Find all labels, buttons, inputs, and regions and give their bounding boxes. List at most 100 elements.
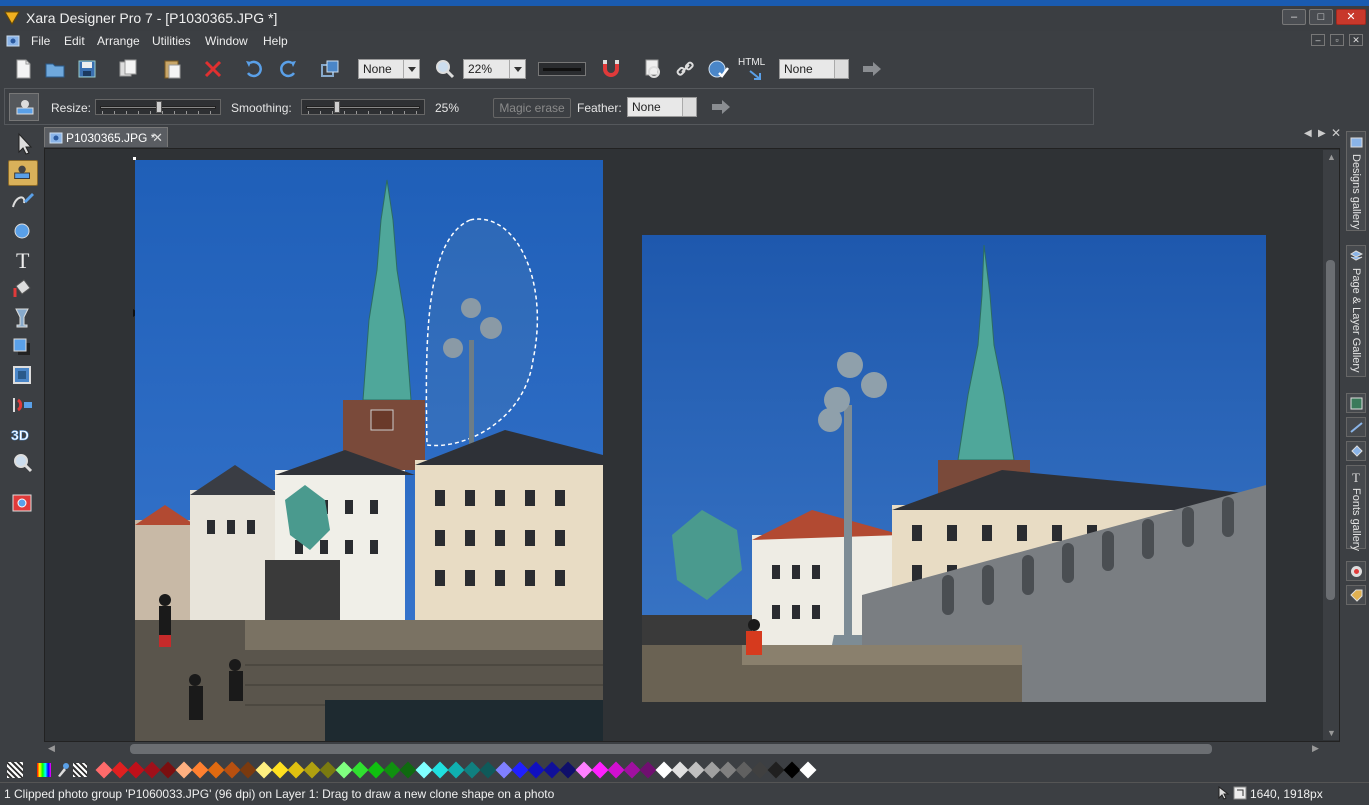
- play-right-icon[interactable]: [834, 60, 848, 78]
- color-swatch[interactable]: [319, 761, 337, 779]
- clone-tool-options-icon[interactable]: [9, 93, 39, 121]
- color-swatch[interactable]: [703, 761, 721, 779]
- close-document-icon[interactable]: ✕: [1331, 126, 1341, 140]
- menu-edit[interactable]: Edit: [64, 34, 85, 48]
- contour-tool-icon[interactable]: [8, 392, 38, 418]
- close-button[interactable]: ✕: [1336, 9, 1366, 25]
- fonts-gallery-tab[interactable]: T Fonts gallery: [1346, 465, 1366, 551]
- resize-slider[interactable]: [95, 99, 221, 115]
- color-swatch[interactable]: [751, 761, 769, 779]
- new-document-icon[interactable]: [11, 57, 35, 81]
- web-link-icon[interactable]: [674, 57, 698, 81]
- line-gallery-tab[interactable]: [1346, 417, 1366, 437]
- color-swatch[interactable]: [95, 761, 113, 779]
- minimize-button[interactable]: –: [1282, 9, 1306, 25]
- page-layer-gallery-tab[interactable]: Page & Layer Gallery: [1346, 245, 1366, 377]
- doc-close-button[interactable]: ✕: [1349, 34, 1363, 46]
- apply-arrow-icon[interactable]: [860, 57, 884, 81]
- menu-file[interactable]: File: [31, 34, 50, 48]
- color-swatch[interactable]: [159, 761, 177, 779]
- snap-status-icon[interactable]: [1233, 786, 1247, 800]
- photo-left[interactable]: [135, 160, 603, 741]
- undo-icon[interactable]: [242, 57, 266, 81]
- color-swatch[interactable]: [527, 761, 545, 779]
- scroll-right-icon[interactable]: ▶: [1312, 743, 1319, 754]
- horizontal-scrollbar[interactable]: ◀ ▶: [44, 742, 1324, 756]
- color-swatch[interactable]: [479, 761, 497, 779]
- maximize-button[interactable]: □: [1309, 9, 1333, 25]
- clone-tool-icon[interactable]: [8, 160, 38, 186]
- color-swatch[interactable]: [447, 761, 465, 779]
- scroll-left-icon[interactable]: ◀: [48, 743, 55, 754]
- delete-icon[interactable]: [201, 57, 225, 81]
- color-swatch[interactable]: [543, 761, 561, 779]
- apply-arrow-icon[interactable]: [709, 95, 733, 119]
- tab-prev-icon[interactable]: ◀: [1304, 128, 1312, 139]
- html-arrow-icon[interactable]: [748, 69, 762, 81]
- document-tab[interactable]: P1030365.JPG * ✕: [44, 127, 168, 147]
- color-swatch[interactable]: [191, 761, 209, 779]
- paste-icon[interactable]: [160, 57, 184, 81]
- color-swatch[interactable]: [431, 761, 449, 779]
- color-editor-icon[interactable]: [37, 763, 51, 777]
- redo-icon[interactable]: [276, 57, 300, 81]
- save-icon[interactable]: [75, 57, 99, 81]
- vertical-scroll-thumb[interactable]: [1326, 260, 1335, 600]
- color-swatch[interactable]: [655, 761, 673, 779]
- color-swatch[interactable]: [735, 761, 753, 779]
- color-swatch[interactable]: [271, 761, 289, 779]
- color-swatch[interactable]: [223, 761, 241, 779]
- color-swatch[interactable]: [495, 761, 513, 779]
- preview-icon[interactable]: [641, 57, 665, 81]
- color-swatch[interactable]: [511, 761, 529, 779]
- photo-right[interactable]: [642, 235, 1266, 702]
- color-swatch[interactable]: [143, 761, 161, 779]
- magic-erase-button[interactable]: Magic erase: [493, 98, 571, 118]
- line-width-select[interactable]: [538, 62, 586, 76]
- color-swatch[interactable]: [671, 761, 689, 779]
- color-swatch[interactable]: [799, 761, 817, 779]
- html-label[interactable]: HTML: [738, 57, 765, 68]
- color-swatch[interactable]: [575, 761, 593, 779]
- shadow-tool-icon[interactable]: [8, 334, 38, 360]
- color-swatch[interactable]: [415, 761, 433, 779]
- color-swatch[interactable]: [383, 761, 401, 779]
- menu-help[interactable]: Help: [263, 34, 288, 48]
- color-swatch[interactable]: [767, 761, 785, 779]
- smoothing-slider[interactable]: [301, 99, 425, 115]
- horizontal-scroll-thumb[interactable]: [130, 744, 1212, 754]
- bevel-tool-icon[interactable]: [8, 363, 38, 389]
- color-swatch[interactable]: [719, 761, 737, 779]
- document-menu-icon[interactable]: [6, 34, 20, 47]
- drawing-canvas[interactable]: [44, 148, 1340, 742]
- color-swatch[interactable]: [687, 761, 705, 779]
- zoom-select[interactable]: 22%: [463, 59, 526, 79]
- zoom-icon[interactable]: [433, 57, 457, 81]
- publish-web-icon[interactable]: [706, 57, 730, 81]
- tab-next-icon[interactable]: ▶: [1318, 128, 1326, 139]
- doc-minimize-button[interactable]: –: [1311, 34, 1325, 46]
- eyedropper-icon[interactable]: [55, 762, 69, 778]
- color-swatch[interactable]: [287, 761, 305, 779]
- chevron-down-icon[interactable]: [403, 60, 419, 78]
- name-gallery-tab[interactable]: [1346, 585, 1366, 605]
- color-swatch[interactable]: [463, 761, 481, 779]
- color-swatch[interactable]: [351, 761, 369, 779]
- color-swatch[interactable]: [207, 761, 225, 779]
- bitmap-gallery-tab[interactable]: [1346, 393, 1366, 413]
- link-select[interactable]: None: [779, 59, 849, 79]
- photo-tool-icon[interactable]: [8, 490, 38, 516]
- resize-slider-thumb[interactable]: [156, 101, 162, 113]
- open-folder-icon[interactable]: [43, 57, 67, 81]
- freehand-tool-icon[interactable]: [8, 189, 38, 215]
- color-gallery-tab[interactable]: [1346, 561, 1366, 581]
- color-swatch[interactable]: [399, 761, 417, 779]
- feather-select[interactable]: None: [627, 97, 697, 117]
- color-swatch[interactable]: [367, 761, 385, 779]
- fill-tool-icon[interactable]: [8, 276, 38, 302]
- transparent-swatch[interactable]: [73, 763, 87, 777]
- smoothing-slider-thumb[interactable]: [333, 101, 340, 113]
- shape-tool-icon[interactable]: [8, 218, 38, 244]
- fill-gallery-tab[interactable]: [1346, 441, 1366, 461]
- color-swatch[interactable]: [639, 761, 657, 779]
